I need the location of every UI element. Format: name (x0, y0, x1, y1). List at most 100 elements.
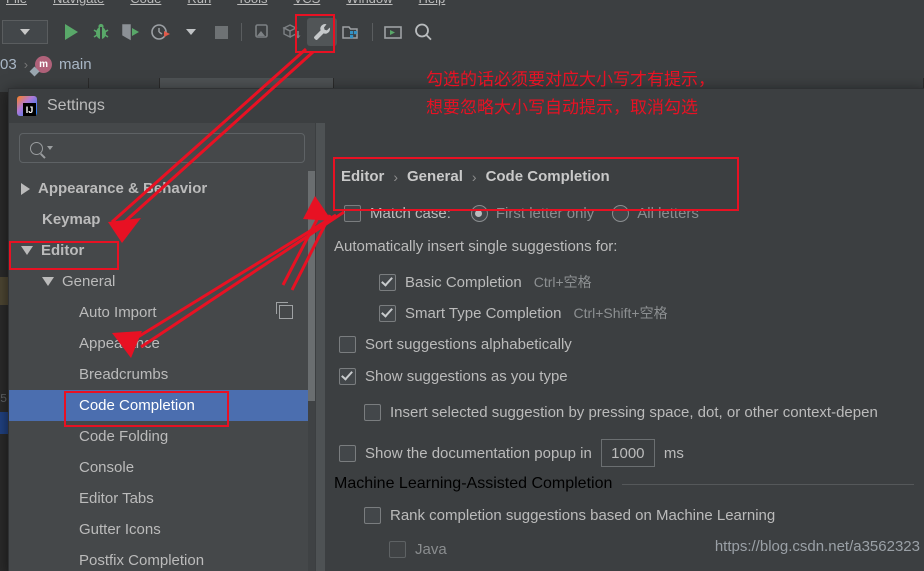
coverage-shield-glyph (122, 24, 139, 41)
ml-rank-row: Rank completion suggestions based on Mac… (364, 507, 775, 524)
sidebar-item-label: Postfix Completion (79, 552, 205, 569)
screenshot-root: File Navigate Code Run Tools VCS Window … (0, 0, 924, 571)
toolbar-divider-2 (372, 23, 373, 41)
toolbar-divider (241, 23, 242, 41)
search-input[interactable] (56, 135, 304, 161)
content-scrollbar[interactable] (315, 123, 326, 571)
sidebar-item-label: Editor Tabs (79, 490, 154, 507)
basic-completion-row: Basic Completion Ctrl+空格 (379, 272, 592, 292)
doc-popup-unit: ms (663, 444, 684, 462)
menu-item-navigate[interactable]: Navigate (53, 0, 104, 6)
copy-icon[interactable] (276, 302, 293, 319)
editor-line-number: 5 (0, 392, 8, 406)
breadcrumb-project[interactable]: 03 (0, 56, 17, 73)
show-as-you-type-label: Show suggestions as you type (365, 368, 568, 385)
menu-item-file[interactable]: File (6, 0, 27, 6)
sidebar-item-general[interactable]: General (9, 266, 315, 297)
sidebar-item-label: Gutter Icons (79, 521, 161, 538)
ml-rank-checkbox[interactable] (364, 507, 381, 524)
sidebar-item-appearance-behavior[interactable]: Appearance & Behavior (9, 173, 315, 204)
sidebar-item-breadcrumbs[interactable]: Breadcrumbs (9, 359, 315, 390)
menu-item-tools[interactable]: Tools (237, 0, 267, 6)
search-everywhere-icon[interactable] (408, 18, 438, 46)
debug-icon[interactable] (86, 18, 116, 46)
settings-tree-pane: Appearance & Behavior Keymap Editor Gene… (9, 123, 315, 571)
ml-java-label: Java (415, 541, 447, 558)
folder-blocks-glyph (342, 26, 358, 39)
menu-item-vcs[interactable]: VCS (294, 0, 321, 6)
method-badge-icon: m (35, 55, 53, 73)
doc-popup-row: Show the documentation popup in 1000 ms (339, 439, 684, 467)
sidebar-item-gutter-icons[interactable]: Gutter Icons (9, 514, 315, 545)
tree-scrollbar-thumb[interactable] (308, 171, 315, 401)
ml-java-checkbox[interactable] (389, 541, 406, 558)
content-scrollbar-thumb[interactable] (316, 123, 325, 571)
sidebar-item-label: Console (79, 459, 135, 476)
ml-group-divider (622, 483, 914, 485)
menu-item-run[interactable]: Run (187, 0, 211, 6)
settings-tree: Appearance & Behavior Keymap Editor Gene… (9, 173, 315, 571)
basic-completion-checkbox[interactable] (379, 273, 396, 291)
smart-type-completion-checkbox[interactable] (379, 304, 396, 322)
chevron-down-icon (186, 29, 196, 35)
menu-item-window[interactable]: Window (346, 0, 392, 6)
smart-type-completion-label: Smart Type Completion (405, 304, 562, 322)
annotation-box-code-completion-node (64, 391, 229, 427)
sidebar-item-editor-tabs[interactable]: Editor Tabs (9, 483, 315, 514)
profiler-dropdown-icon[interactable] (176, 18, 206, 46)
show-as-you-type-checkbox[interactable] (339, 368, 356, 385)
ml-group-label: Machine Learning-Assisted Completion (334, 475, 613, 492)
sidebar-item-label: Appearance & Behavior (38, 180, 208, 197)
annotation-box-settings-icon (295, 14, 335, 53)
breadcrumb-separator-icon: › (23, 56, 29, 72)
run-configuration-combo[interactable] (2, 20, 48, 44)
basic-completion-shortcut: Ctrl+空格 (533, 274, 592, 290)
search-icon (30, 141, 43, 155)
run-with-coverage-icon[interactable] (116, 18, 146, 46)
insert-by-key-row: Insert selected suggestion by pressing s… (364, 404, 878, 421)
ide-menu-bar: File Navigate Code Run Tools VCS Window … (0, 0, 924, 14)
sidebar-item-auto-import[interactable]: Auto Import (9, 297, 315, 328)
insert-by-key-label: Insert selected suggestion by pressing s… (390, 404, 878, 421)
stop-icon[interactable] (206, 18, 236, 46)
search-dropdown-icon[interactable] (47, 146, 53, 150)
dialog-title: Settings (47, 97, 105, 114)
profiler-icon[interactable] (146, 18, 176, 46)
project-structure-icon[interactable] (337, 18, 367, 46)
auto-insert-label-text: Automatically insert single suggestions … (334, 238, 618, 255)
basic-completion-label: Basic Completion (405, 273, 522, 291)
menu-item-code[interactable]: Code (130, 0, 161, 6)
sidebar-item-appearance[interactable]: Appearance (9, 328, 315, 359)
search-wrap (9, 123, 315, 163)
sort-alphabetically-label: Sort suggestions alphabetically (365, 336, 572, 353)
sidebar-item-postfix-completion[interactable]: Postfix Completion (9, 545, 315, 571)
update-project-icon[interactable] (247, 18, 277, 46)
insert-by-key-checkbox[interactable] (364, 404, 381, 421)
smart-type-completion-row: Smart Type Completion Ctrl+Shift+空格 (379, 303, 668, 323)
chevron-down-icon[interactable] (42, 277, 54, 286)
run-icon[interactable] (56, 18, 86, 46)
ml-group-separator: Machine Learning-Assisted Completion (334, 475, 914, 493)
doc-popup-label: Show the documentation popup in (365, 444, 592, 462)
sort-alphabetically-checkbox[interactable] (339, 336, 356, 353)
auto-insert-group-label: Automatically insert single suggestions … (334, 238, 617, 255)
settings-search-box[interactable] (19, 133, 305, 163)
ml-rank-label: Rank completion suggestions based on Mac… (390, 507, 776, 524)
terminal-icon[interactable] (378, 18, 408, 46)
show-as-you-type-row: Show suggestions as you type (339, 368, 568, 385)
doc-popup-delay-input[interactable]: 1000 (600, 439, 655, 467)
doc-popup-checkbox[interactable] (339, 444, 356, 462)
annotation-note: 勾选的话必须要对应大小写才有提示， 想要忽略大小写自动提示，取消勾选 (426, 70, 715, 118)
breadcrumb-member[interactable]: main (59, 56, 92, 73)
ml-java-row: Java (389, 541, 447, 558)
sidebar-item-label: Keymap (42, 211, 101, 228)
sidebar-item-label: Appearance (79, 335, 160, 352)
sidebar-item-console[interactable]: Console (9, 452, 315, 483)
sidebar-item-keymap[interactable]: Keymap (9, 204, 315, 235)
intellij-logo-icon (17, 96, 37, 116)
annotation-box-match-case (333, 157, 739, 211)
chevron-right-icon[interactable] (21, 182, 30, 195)
play-triangle-icon (64, 24, 78, 40)
terminal-glyph (384, 26, 402, 39)
menu-item-help[interactable]: Help (419, 0, 446, 6)
